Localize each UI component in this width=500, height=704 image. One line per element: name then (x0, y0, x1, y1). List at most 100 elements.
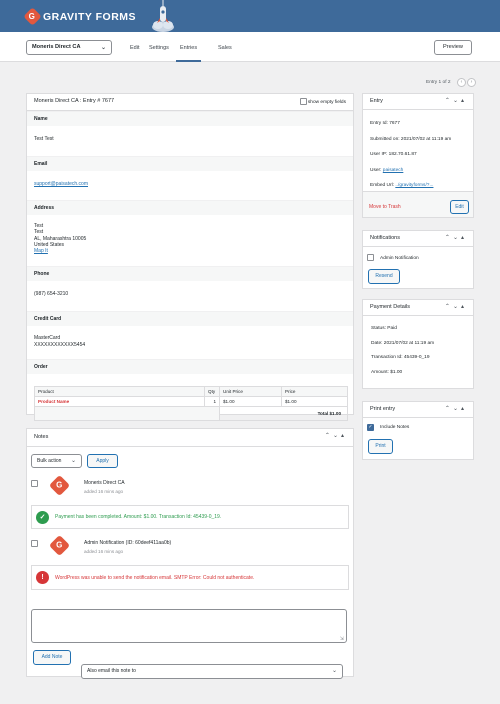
collapse-icon[interactable]: ▴ (461, 235, 467, 241)
payment-date: Date: 2021/07/02 at 11:19 am (371, 340, 435, 346)
chevron-down-icon[interactable]: ⌄ (453, 235, 461, 241)
panel-controls: ⌃⌄▴ (325, 432, 347, 439)
col-qty: Qty (204, 386, 220, 397)
field-value-address: Test Test AL, Maharashtra 10005 United S… (27, 215, 353, 266)
note-message-text: Payment has been completed. Amount: $1.0… (55, 514, 222, 520)
brand-name: GRAVITY FORMS (43, 10, 137, 23)
chevron-down-icon: ⌄ (70, 458, 76, 464)
order-table-wrap: Product Qty Unit Price Price Product Nam… (27, 374, 353, 421)
payment-transaction: Transaction Id: 45439-0_19 (371, 355, 430, 360)
tab-sales[interactable]: Sales (218, 45, 232, 51)
collapse-icon[interactable]: ▴ (341, 433, 347, 439)
check-circle-icon: ✓ (36, 510, 49, 524)
order-total-label: Total (317, 411, 329, 416)
entry-submitted: Submitted on: 2021/07/02 at 11:19 am (370, 136, 452, 142)
collapse-icon[interactable]: ▴ (461, 98, 467, 104)
field-value-credit-card: MasterCard XXXXXXXXXXXX5454 (27, 326, 353, 359)
panel-controls: ⌃⌄▴ (445, 405, 467, 412)
move-to-trash-link[interactable]: Move to Trash (369, 204, 401, 210)
tab-settings[interactable]: Settings (149, 45, 169, 51)
email-note-label: Also email this note to (87, 668, 136, 674)
note-author: Admin Notification (ID: 60deef411aa0b) (84, 540, 172, 546)
logo-icon: G (23, 7, 42, 26)
note-message-success: ✓ Payment has been completed. Amount: $1… (31, 505, 349, 529)
chevron-down-icon: ⌄ (331, 668, 337, 674)
order-total-row: Total $1.00 (34, 406, 348, 421)
prev-entry-button[interactable]: ‹ (457, 78, 466, 87)
collapse-icon[interactable]: ▴ (461, 406, 467, 412)
payment-details-title: Payment Details (370, 304, 411, 310)
panel-controls: ⌃⌄▴ (445, 303, 467, 310)
field-label-email: Email (27, 156, 353, 171)
chevron-down-icon[interactable]: ⌄ (453, 304, 461, 310)
field-label-name: Name (27, 111, 353, 126)
product-qty: 1 (204, 396, 220, 407)
order-total-value: $1.00 (329, 411, 342, 416)
add-note-button[interactable]: Add Note (33, 650, 71, 665)
resize-handle-icon[interactable]: ⇲ (340, 636, 344, 642)
notification-item-label: Admin Notification (380, 256, 419, 261)
chevron-down-icon: ⌄ (100, 45, 106, 51)
form-switcher[interactable]: Moneris Direct CA ⌄ (26, 40, 112, 55)
tab-entries[interactable]: Entries (180, 45, 197, 51)
chevron-up-icon[interactable]: ⌃ (445, 98, 453, 104)
next-entry-button[interactable]: › (467, 78, 476, 87)
entry-user-link[interactable]: paisatech (383, 168, 404, 173)
payment-details-body: Status: Paid Date: 2021/07/02 at 11:19 a… (363, 316, 473, 386)
preview-button[interactable]: Preview (434, 40, 472, 55)
chevron-up-icon[interactable]: ⌃ (445, 235, 453, 241)
note-checkbox[interactable] (31, 480, 38, 487)
field-label-phone: Phone (27, 266, 353, 281)
apply-button[interactable]: Apply (87, 454, 118, 468)
notification-checkbox[interactable] (367, 254, 374, 261)
col-unit-price: Unit Price (219, 386, 282, 397)
edit-entry-button[interactable]: Edit (450, 200, 469, 214)
chevron-down-icon[interactable]: ⌄ (453, 406, 461, 412)
note-message-text: WordPress was unable to send the notific… (55, 574, 255, 581)
field-label-address: Address (27, 200, 353, 215)
chevron-up-icon[interactable]: ⌃ (325, 433, 333, 439)
email-link[interactable]: support@paisatech.com (34, 181, 88, 187)
rocket-icon (152, 0, 174, 32)
brand-logo: G GRAVITY FORMS (23, 7, 137, 26)
bulk-action-select[interactable]: Bulk action ⌄ (31, 454, 82, 468)
order-total-spacer (34, 406, 220, 421)
payment-amount: Amount: $1.00 (371, 369, 403, 375)
include-notes-label: Include Notes (380, 425, 410, 430)
collapse-icon[interactable]: ▴ (461, 304, 467, 310)
chevron-up-icon[interactable]: ⌃ (445, 406, 453, 412)
entry-pager-text: Entry 1 of 2 (426, 80, 451, 85)
tab-edit[interactable]: Edit (130, 45, 139, 51)
print-entry-header: Print entry ⌃⌄▴ (363, 402, 473, 418)
chevron-down-icon[interactable]: ⌄ (453, 98, 461, 104)
note-checkbox[interactable] (31, 540, 38, 547)
chevron-down-icon[interactable]: ⌄ (333, 433, 341, 439)
note-textarea[interactable]: ⇲ (31, 609, 347, 643)
alert-circle-icon: ! (36, 571, 49, 584)
entry-embed-link[interactable]: ../gravityforms/?... (395, 183, 433, 188)
print-button[interactable]: Print (368, 439, 393, 454)
panel-controls: ⌃⌄▴ (445, 97, 467, 104)
include-notes-checkbox[interactable]: ✓ (367, 424, 374, 431)
product-name: Product Name (34, 396, 205, 407)
show-empty-toggle[interactable]: show empty fields (299, 98, 346, 105)
payment-status: Status: Paid (371, 326, 397, 331)
field-value-email: support@paisatech.com (27, 171, 353, 200)
email-note-select[interactable]: Also email this note to ⌄ (81, 664, 343, 679)
form-switcher-label: Moneris Direct CA (32, 44, 81, 50)
entry-info-header: Entry ⌃⌄▴ (363, 94, 473, 110)
map-it-link[interactable]: Map It (34, 248, 346, 254)
note-message-error: ! WordPress was unable to send the notif… (31, 565, 349, 590)
entry-detail-header: Moneris Direct CA : Entry # 7677 show em… (27, 94, 353, 111)
chevron-up-icon[interactable]: ⌃ (445, 304, 453, 310)
show-empty-checkbox[interactable] (299, 98, 307, 105)
resend-button[interactable]: Resend (368, 269, 400, 284)
notes-title: Notes (34, 434, 49, 440)
field-label-order: Order (27, 359, 353, 374)
notes-header: Notes ⌃⌄▴ (27, 429, 353, 447)
payment-details-header: Payment Details ⌃⌄▴ (363, 300, 473, 316)
entry-detail-title: Moneris Direct CA : Entry # 7677 (34, 98, 115, 104)
panel-controls: ⌃⌄▴ (445, 234, 467, 241)
field-value-phone: (987) 654-3210 (34, 291, 69, 297)
payment-details-panel: Payment Details ⌃⌄▴ Status: Paid Date: 2… (362, 299, 474, 389)
